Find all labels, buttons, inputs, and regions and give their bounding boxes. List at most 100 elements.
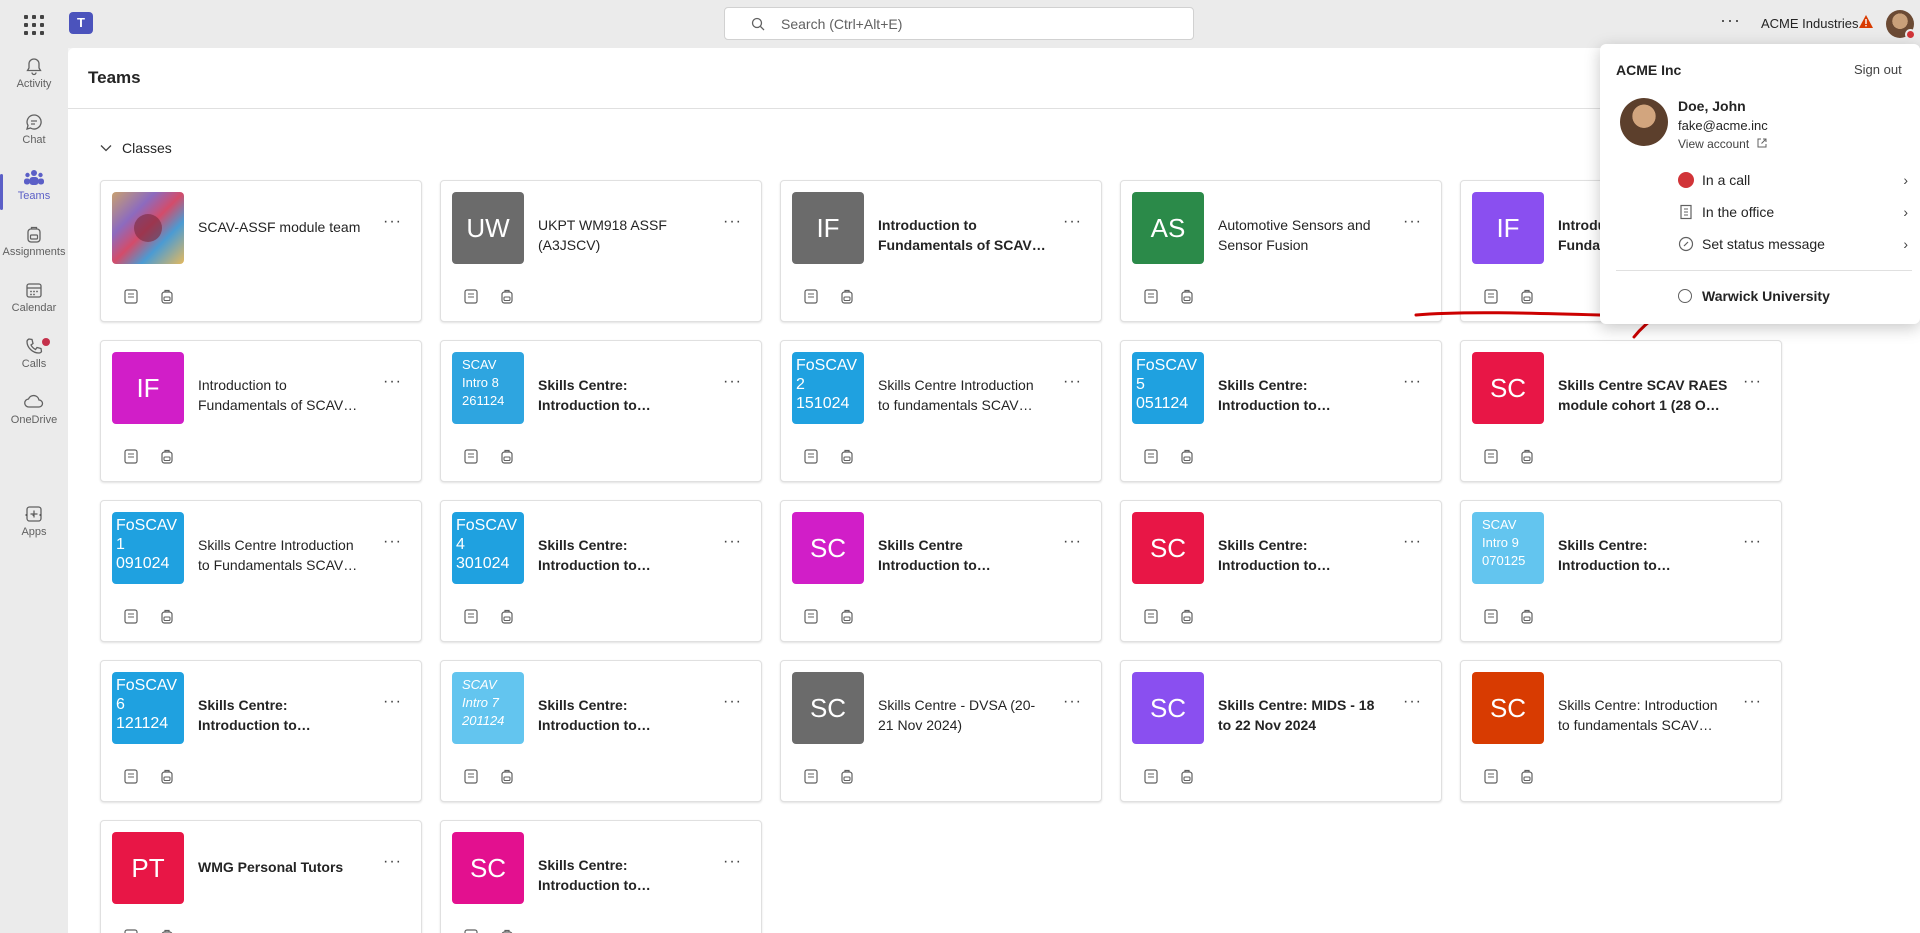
more-options-button[interactable]: ··· [723, 533, 742, 551]
class-notebook-button[interactable] [802, 607, 820, 630]
class-notebook-button[interactable] [802, 767, 820, 790]
team-card[interactable]: SCAV Intro 8 261124 Skills Centre: Introd… [440, 340, 762, 482]
class-notebook-button[interactable] [1142, 447, 1160, 470]
rail-item-apps[interactable]: Apps [0, 504, 68, 538]
assignments-button[interactable] [498, 767, 516, 790]
class-notebook-button[interactable] [462, 767, 480, 790]
rail-item-activity[interactable]: Activity [0, 56, 68, 90]
assignments-button[interactable] [838, 447, 856, 470]
class-notebook-button[interactable] [462, 287, 480, 310]
team-card[interactable]: IF Introduction to Fundamentals of SCAV… ·… [100, 340, 422, 482]
team-card[interactable]: SCAV-ASSF module team ··· [100, 180, 422, 322]
rail-item-calls[interactable]: Calls [0, 336, 68, 370]
class-notebook-button[interactable] [122, 287, 140, 310]
more-options-button[interactable]: ··· [383, 373, 402, 391]
assignments-button[interactable] [158, 447, 176, 470]
assignments-button[interactable] [838, 607, 856, 630]
rail-item-onedrive[interactable]: OneDrive [0, 392, 68, 426]
assignments-button[interactable] [158, 607, 176, 630]
rail-item-assignments[interactable]: Assignments [0, 224, 68, 258]
class-notebook-button[interactable] [122, 447, 140, 470]
more-options-button[interactable]: ··· [1063, 213, 1082, 231]
more-options-button[interactable]: ··· [723, 373, 742, 391]
assignments-button[interactable] [158, 287, 176, 310]
assignments-button[interactable] [838, 287, 856, 310]
assignments-button[interactable] [158, 927, 176, 933]
search-input[interactable]: Search (Ctrl+Alt+E) [724, 7, 1194, 40]
team-card[interactable]: SCAV Intro 7 201124 Skills Centre: Introd… [440, 660, 762, 802]
assignments-button[interactable] [1178, 767, 1196, 790]
more-options-button[interactable]: ··· [383, 213, 402, 231]
assignments-button[interactable] [1518, 767, 1536, 790]
team-card[interactable]: SCAV Intro 9 070125 Skills Centre: Introd… [1460, 500, 1782, 642]
team-card[interactable]: SC Skills Centre SCAV RAES module cohort … [1460, 340, 1782, 482]
team-card[interactable]: SC Skills Centre: Introduction to… ··· [440, 820, 762, 933]
class-notebook-button[interactable] [122, 607, 140, 630]
team-card[interactable]: FoSCAV 1 091024 Skills Centre Introductio… [100, 500, 422, 642]
class-notebook-button[interactable] [462, 447, 480, 470]
more-options-button[interactable]: ··· [1403, 533, 1422, 551]
assignments-button[interactable] [838, 767, 856, 790]
team-card[interactable]: UW UKPT WM918 ASSF (A3JSCV) ··· [440, 180, 762, 322]
assignments-button[interactable] [498, 607, 516, 630]
team-card[interactable]: PT WMG Personal Tutors ··· [100, 820, 422, 933]
rail-item-teams[interactable]: Teams [0, 168, 68, 210]
assignments-button[interactable] [1178, 607, 1196, 630]
org-switcher[interactable]: ACME Industries [1761, 16, 1859, 31]
team-card[interactable]: SC Skills Centre: Introduction to… ··· [1120, 500, 1442, 642]
class-notebook-button[interactable] [1142, 607, 1160, 630]
assignments-button[interactable] [1518, 447, 1536, 470]
assignments-button[interactable] [158, 767, 176, 790]
class-notebook-button[interactable] [1142, 287, 1160, 310]
team-card[interactable]: SC Skills Centre: MIDS - 18 to 22 Nov 202… [1120, 660, 1442, 802]
assignments-button[interactable] [1178, 287, 1196, 310]
sign-out-link[interactable]: Sign out [1854, 62, 1902, 77]
assignments-button[interactable] [1178, 447, 1196, 470]
team-card[interactable]: AS Automotive Sensors and Sensor Fusion ··… [1120, 180, 1442, 322]
view-account-link[interactable]: View account [1678, 137, 1767, 151]
class-notebook-button[interactable] [802, 447, 820, 470]
more-options-button[interactable]: ··· [1403, 213, 1422, 231]
more-options-button[interactable]: ··· [723, 213, 742, 231]
class-notebook-button[interactable] [462, 927, 480, 933]
team-card[interactable]: SC Skills Centre: Introduction to fundame… [1460, 660, 1782, 802]
rail-item-chat[interactable]: Chat [0, 112, 68, 146]
team-card[interactable]: FoSCAV 6 121124 Skills Centre: Introducti… [100, 660, 422, 802]
team-card[interactable]: SC Skills Centre Introduction to… ··· [780, 500, 1102, 642]
class-notebook-button[interactable] [1482, 767, 1500, 790]
more-options-button[interactable]: ··· [383, 533, 402, 551]
location-menu-item[interactable]: In the office › [1678, 204, 1908, 220]
more-options-button[interactable]: ··· [1403, 693, 1422, 711]
class-notebook-button[interactable] [802, 287, 820, 310]
more-options-button[interactable]: ··· [1063, 533, 1082, 551]
status-menu-item[interactable]: In a call › [1678, 172, 1908, 188]
team-card[interactable]: FoSCAV 5 051124 Skills Centre: Introducti… [1120, 340, 1442, 482]
switch-org-item[interactable]: Warwick University [1678, 288, 1830, 304]
assignments-button[interactable] [1518, 607, 1536, 630]
rail-item-calendar[interactable]: Calendar [0, 280, 68, 314]
assignments-button[interactable] [498, 927, 516, 933]
more-options-button[interactable]: ··· [1743, 693, 1762, 711]
class-notebook-button[interactable] [462, 607, 480, 630]
classes-section-toggle[interactable]: Classes [100, 140, 172, 156]
class-notebook-button[interactable] [122, 927, 140, 933]
assignments-button[interactable] [498, 287, 516, 310]
class-notebook-button[interactable] [122, 767, 140, 790]
more-options-button[interactable]: ··· [383, 853, 402, 871]
team-card[interactable]: IF Introduction to Fundamentals of SCAV… ·… [780, 180, 1102, 322]
app-launcher-icon[interactable] [22, 13, 44, 35]
more-options-button[interactable]: ··· [723, 853, 742, 871]
more-options-button[interactable]: ··· [723, 693, 742, 711]
class-notebook-button[interactable] [1482, 447, 1500, 470]
team-card[interactable]: SC Skills Centre - DVSA (20-21 Nov 2024) ·… [780, 660, 1102, 802]
more-options-button[interactable]: ··· [1743, 533, 1762, 551]
more-options-button[interactable]: ··· [1063, 693, 1082, 711]
assignments-button[interactable] [498, 447, 516, 470]
profile-avatar-button[interactable] [1886, 10, 1916, 40]
set-status-message-item[interactable]: Set status message › [1678, 236, 1908, 252]
team-card[interactable]: FoSCAV 2 151024 Skills Centre Introductio… [780, 340, 1102, 482]
class-notebook-button[interactable] [1142, 767, 1160, 790]
settings-more-button[interactable]: ··· [1720, 10, 1741, 31]
more-options-button[interactable]: ··· [1403, 373, 1422, 391]
more-options-button[interactable]: ··· [1063, 373, 1082, 391]
